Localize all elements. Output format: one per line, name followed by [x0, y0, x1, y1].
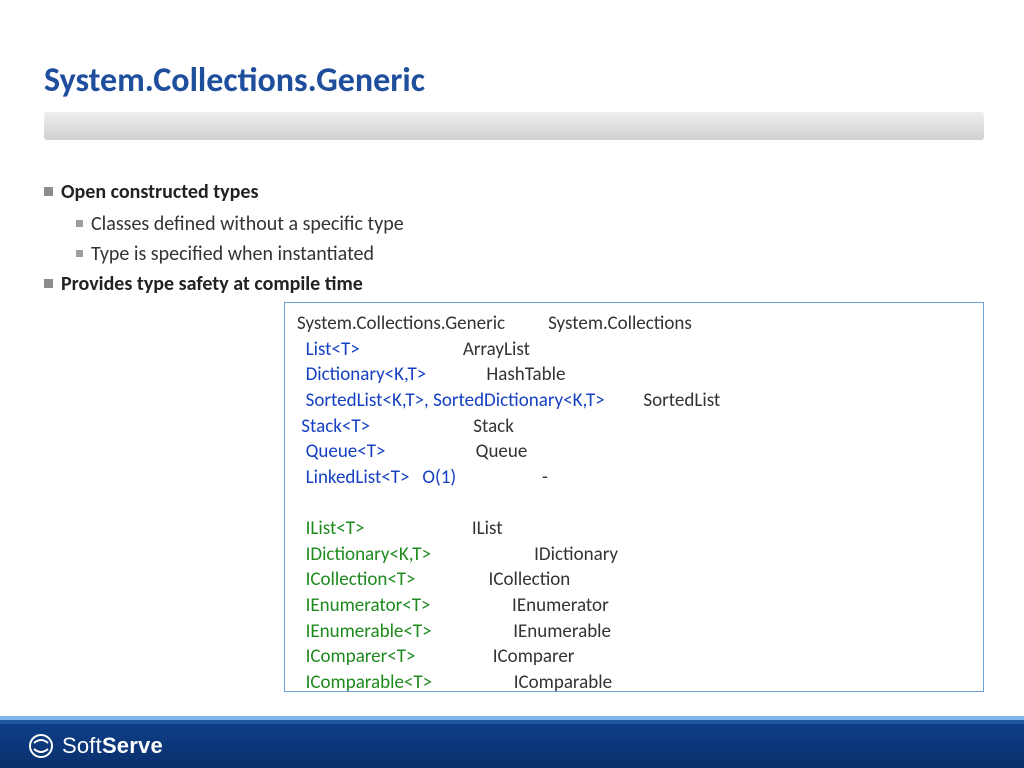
bullet-text: Provides type safety at compile time [61, 270, 363, 298]
slide-footer: SoftServe [0, 710, 1024, 768]
bullet-text: Classes defined without a specific type [91, 210, 404, 238]
code-row-list: List<T> ArrayList [297, 337, 971, 363]
softserve-icon [28, 733, 54, 759]
code-row-linkedlist: LinkedList<T> O(1) - [297, 465, 971, 491]
slide-title: System.Collections.Generic [44, 60, 425, 101]
slide-body: Open constructed types Classes defined w… [44, 178, 984, 302]
bullet-type-safety: Provides type safety at compile time [44, 270, 984, 298]
square-bullet-icon [76, 250, 83, 257]
code-row-icomparable: IComparable<T> IComparable [297, 670, 971, 692]
bullet-text: Open constructed types [61, 178, 258, 206]
bullet-open-constructed: Open constructed types [44, 178, 984, 206]
code-row-ilist: IList<T> IList [297, 516, 971, 542]
code-row-ienumerator: IEnumerator<T> IEnumerator [297, 593, 971, 619]
code-row-dictionary: Dictionary<K,T> HashTable [297, 362, 971, 388]
square-bullet-icon [44, 279, 53, 288]
brand-logo: SoftServe [28, 733, 163, 759]
code-row-blank [297, 490, 971, 516]
code-row-queue: Queue<T> Queue [297, 439, 971, 465]
footer-bar: SoftServe [0, 724, 1024, 768]
code-row-ienumerable: IEnumerable<T> IEnumerable [297, 619, 971, 645]
header-nongeneric: System.Collections [548, 312, 692, 335]
code-row-icollection: ICollection<T> ICollection [297, 567, 971, 593]
code-comparison-box: System.Collections.Generic System.Collec… [284, 302, 984, 692]
code-row-idictionary: IDictionary<K,T> IDictionary [297, 542, 971, 568]
bullet-classes-defined: Classes defined without a specific type [76, 210, 984, 238]
code-row-icomparer: IComparer<T> IComparer [297, 644, 971, 670]
brand-text-serve: Serve [102, 733, 163, 759]
slide: System.Collections.Generic Open construc… [0, 0, 1024, 768]
code-row-sortedlist: SortedList<K,T>, SortedDictionary<K,T> S… [297, 388, 971, 414]
code-row-stack: Stack<T> Stack [297, 414, 971, 440]
bullet-type-specified: Type is specified when instantiated [76, 240, 984, 268]
title-underline [44, 112, 984, 140]
square-bullet-icon [44, 187, 53, 196]
code-header-row: System.Collections.Generic System.Collec… [297, 311, 971, 337]
square-bullet-icon [76, 220, 83, 227]
header-generic: System.Collections.Generic [297, 312, 505, 335]
bullet-text: Type is specified when instantiated [91, 240, 374, 268]
brand-text-soft: Soft [62, 733, 102, 759]
